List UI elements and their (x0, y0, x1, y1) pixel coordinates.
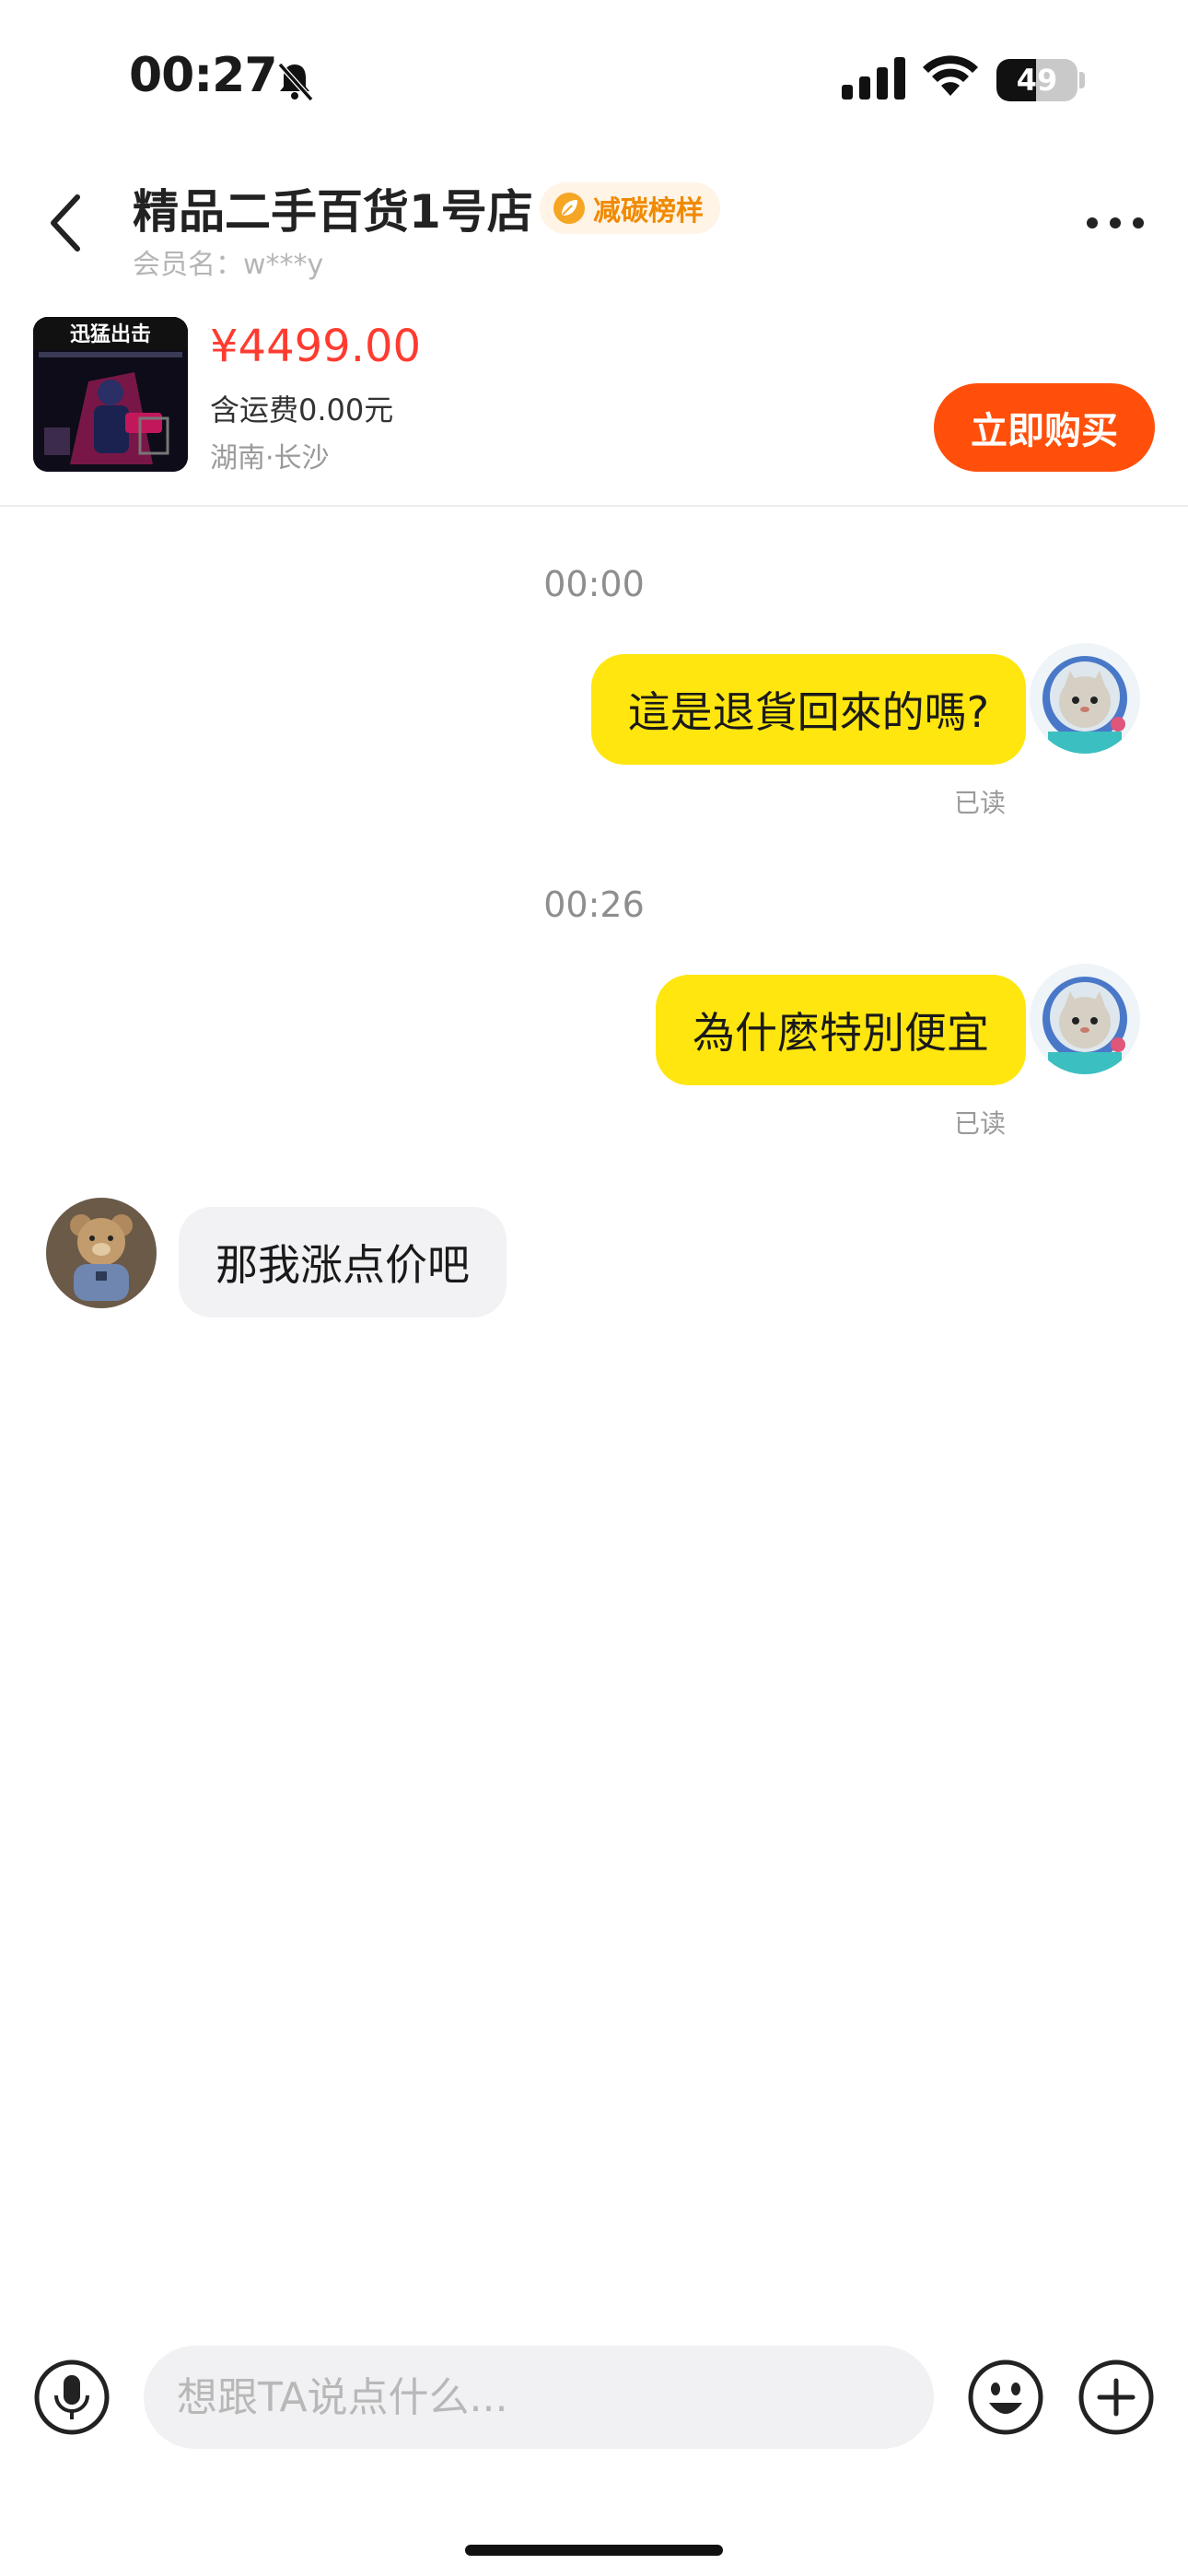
message-bubble-sent[interactable]: 為什麼特別便宜 (656, 975, 1026, 1085)
status-time: 00:27 (129, 48, 278, 103)
chat-page: 00:27 49 精品二手百货1号店 减碳榜样 会员名：w***y 迅猛出击 ¥… (0, 0, 1188, 2576)
member-name: 会员名：w***y (133, 249, 324, 281)
product-thumbnail[interactable]: 迅猛出击 (33, 317, 188, 472)
product-thumb-caption: 迅猛出击 (70, 322, 151, 346)
battery-tip (1079, 72, 1085, 88)
product-image: 迅猛出击 (33, 317, 188, 472)
input-bar (0, 2322, 1188, 2469)
status-bar: 00:27 49 (0, 0, 1188, 157)
battery-text: 49 (1016, 63, 1058, 98)
wifi-icon (923, 55, 978, 96)
badge-text: 减碳榜样 (593, 195, 704, 228)
bell-muted-icon (277, 62, 314, 102)
cat-astronaut-avatar-icon (1030, 964, 1140, 1074)
microphone-icon[interactable] (33, 2359, 111, 2436)
buy-now-button[interactable]: 立即购买 (934, 383, 1155, 472)
read-status: 已读 (954, 788, 1007, 818)
message-time: 00:26 (543, 884, 645, 925)
cat-astronaut-avatar-icon (1030, 643, 1140, 754)
teddy-bear-avatar-icon (46, 1198, 157, 1308)
product-price: ¥4499.00 (210, 321, 422, 372)
battery-body: 49 (996, 59, 1077, 101)
carbon-badge[interactable]: 减碳榜样 (540, 182, 720, 234)
read-status: 已读 (954, 1108, 1007, 1139)
emoji-icon[interactable] (967, 2359, 1044, 2436)
chat-header: 精品二手百货1号店 减碳榜样 会员名：w***y (0, 157, 1188, 295)
message-input[interactable] (144, 2346, 934, 2449)
signal-icon (842, 57, 905, 100)
message-bubble-received[interactable]: 那我涨点价吧 (179, 1207, 507, 1317)
plus-icon[interactable] (1077, 2359, 1155, 2436)
product-location: 湖南·长沙 (210, 442, 330, 474)
shipping-info: 含运费0.00元 (210, 392, 394, 427)
message-bubble-sent[interactable]: 這是退貨回來的嗎? (590, 654, 1026, 765)
message-time: 00:00 (543, 564, 645, 604)
more-icon[interactable] (1083, 212, 1147, 234)
home-indicator[interactable] (465, 2545, 723, 2556)
battery-icon: 49 (996, 59, 1085, 101)
shop-name[interactable]: 精品二手百货1号店 (133, 175, 533, 241)
leaf-icon (553, 193, 585, 224)
back-icon[interactable] (44, 190, 88, 256)
my-avatar[interactable] (1030, 643, 1140, 754)
seller-avatar[interactable] (46, 1198, 157, 1308)
product-bar[interactable]: 迅猛出击 ¥4499.00 含运费0.00元 湖南·长沙 立即购买 (0, 295, 1188, 507)
my-avatar[interactable] (1030, 964, 1140, 1074)
